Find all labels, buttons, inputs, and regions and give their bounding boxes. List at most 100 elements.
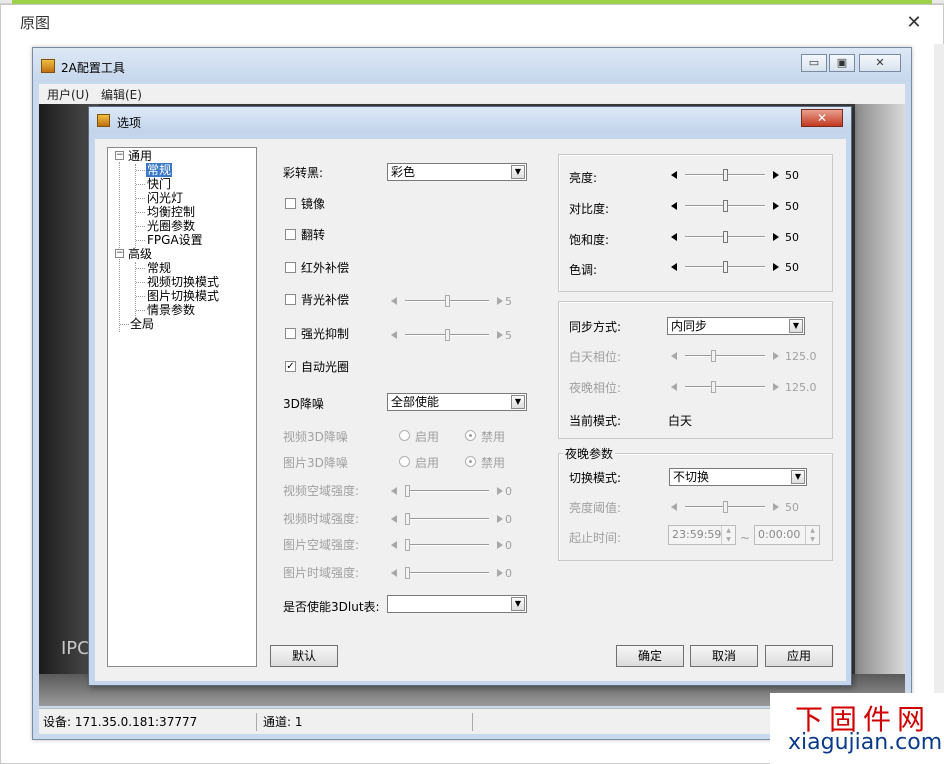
options-tree: − 通用 常规 快门 闪光灯 均衡控制 光圈参数 FPGA设置 − 高级 常规 … (107, 147, 257, 667)
threshold-slider[interactable] (671, 500, 779, 514)
tree-item-image-switch[interactable]: 图片切换模式 (147, 289, 219, 303)
tree-item-advanced-normal[interactable]: 常规 (147, 261, 171, 275)
right-arrow-icon (773, 202, 779, 210)
tree-item-fpga[interactable]: FPGA设置 (147, 233, 203, 247)
auto-iris-checkbox[interactable]: ✓ (285, 361, 296, 372)
slider-thumb[interactable] (405, 513, 410, 525)
dialog-body: − 通用 常规 快门 闪光灯 均衡控制 光圈参数 FPGA设置 − 高级 常规 … (95, 139, 846, 681)
slider-thumb[interactable] (405, 567, 410, 579)
brightness-value: 50 (785, 169, 799, 182)
menu-user[interactable]: 用户(U) (47, 86, 89, 103)
dialog-icon (97, 114, 110, 127)
tree-line (136, 170, 145, 171)
restore-button[interactable]: ▣ (829, 54, 855, 72)
slider-thumb[interactable] (722, 501, 728, 513)
day-phase-label: 白天相位: (569, 350, 622, 364)
tree-item-general[interactable]: 通用 (128, 149, 152, 163)
right-arrow-icon (773, 233, 779, 241)
chevron-down-icon: ▼ (511, 597, 525, 611)
ir-comp-checkbox[interactable] (285, 262, 296, 273)
tree-item-general-normal[interactable]: 常规 (146, 163, 173, 177)
strong-light-checkbox[interactable] (285, 328, 296, 339)
end-time-input[interactable]: 0:00:00 ▲ ▼ (754, 525, 820, 545)
slider-thumb[interactable] (711, 381, 717, 393)
contrast-slider[interactable] (671, 199, 779, 213)
tree-line (135, 164, 136, 248)
chevron-down-icon: ▼ (511, 395, 525, 409)
image-spatial-slider[interactable] (391, 538, 503, 552)
spinner-icon[interactable]: ▲ ▼ (721, 526, 735, 544)
flip-checkbox[interactable] (285, 229, 296, 240)
lut3d-select[interactable]: ▼ (387, 595, 527, 613)
tree-item-global[interactable]: 全局 (130, 317, 154, 331)
slider-thumb[interactable] (405, 539, 410, 551)
slider-thumb[interactable] (444, 329, 450, 341)
apply-button[interactable]: 应用 (765, 645, 833, 667)
tree-item-video-switch[interactable]: 视频切换模式 (147, 275, 219, 289)
viewer-close-icon[interactable]: ✕ (904, 14, 924, 32)
hue-slider[interactable] (671, 260, 779, 274)
right-edge-strip (934, 44, 944, 744)
contrast-label: 对比度: (569, 202, 610, 216)
video-3d-enable-radio[interactable] (399, 430, 410, 441)
tree-item-shutter[interactable]: 快门 (147, 177, 171, 191)
saturation-value: 50 (785, 231, 799, 244)
app-close-button[interactable]: ✕ (859, 54, 901, 72)
mirror-checkbox[interactable] (285, 198, 296, 209)
ok-button[interactable]: 确定 (616, 645, 684, 667)
status-empty (477, 713, 777, 731)
ir-comp-label: 红外补偿 (301, 261, 350, 275)
tree-line (136, 310, 145, 311)
dialog-close-button[interactable]: ✕ (801, 109, 843, 127)
night-phase-slider[interactable] (671, 380, 779, 394)
slider-track (405, 518, 489, 520)
tree-item-advanced[interactable]: 高级 (128, 247, 152, 261)
tree-expander-icon[interactable]: − (115, 151, 124, 160)
sync-mode-select[interactable]: 内同步 ▼ (667, 317, 805, 335)
app-titlebar (33, 48, 911, 82)
tree-item-balance[interactable]: 均衡控制 (147, 205, 195, 219)
saturation-slider[interactable] (671, 230, 779, 244)
tree-item-flash[interactable]: 闪光灯 (147, 191, 183, 205)
right-arrow-icon (773, 263, 779, 271)
menu-edit[interactable]: 编辑(E) (101, 86, 142, 103)
strong-light-slider[interactable] (391, 328, 503, 342)
image-temporal-slider[interactable] (391, 566, 503, 580)
period-separator: ~ (740, 531, 751, 545)
slider-thumb[interactable] (722, 200, 728, 212)
video-3d-disable-radio[interactable] (465, 430, 476, 441)
status-channel: 通道: 1 (261, 713, 473, 731)
camera-image-right (855, 104, 905, 706)
left-arrow-icon (671, 171, 677, 179)
slider-thumb[interactable] (722, 261, 728, 273)
switch-mode-select[interactable]: 不切换 ▼ (669, 468, 807, 486)
slider-thumb[interactable] (722, 169, 728, 181)
slider-thumb[interactable] (711, 350, 717, 362)
slider-thumb[interactable] (722, 231, 728, 243)
cancel-button[interactable]: 取消 (690, 645, 758, 667)
dnr-select[interactable]: 全部使能 ▼ (387, 393, 527, 411)
tree-item-scene[interactable]: 情景参数 (147, 303, 195, 317)
start-time-input[interactable]: 23:59:59 ▲ ▼ (668, 525, 736, 545)
tree-item-iris[interactable]: 光圈参数 (147, 219, 195, 233)
spinner-icon[interactable]: ▲ ▼ (805, 526, 819, 544)
backlight-label: 背光补偿 (301, 293, 350, 307)
backlight-slider[interactable] (391, 294, 503, 308)
mirror-label: 镜像 (301, 197, 326, 211)
image-3d-enable-radio[interactable] (399, 456, 410, 467)
image-3d-enable-label: 启用 (415, 456, 440, 470)
minimize-button[interactable]: ▭ (801, 54, 827, 72)
color-to-bw-select[interactable]: 彩色 ▼ (387, 163, 527, 181)
image-3d-disable-radio[interactable] (465, 456, 476, 467)
image-3d-disable-label: 禁用 (481, 456, 506, 470)
slider-thumb[interactable] (444, 295, 450, 307)
video-temporal-slider[interactable] (391, 512, 503, 526)
day-phase-slider[interactable] (671, 349, 779, 363)
viewer-title: 原图 (20, 14, 51, 32)
video-spatial-slider[interactable] (391, 484, 503, 498)
slider-thumb[interactable] (405, 485, 410, 497)
backlight-checkbox[interactable] (285, 294, 296, 305)
brightness-slider[interactable] (671, 168, 779, 182)
tree-expander-icon[interactable]: − (115, 249, 124, 258)
default-button[interactable]: 默认 (270, 645, 338, 667)
